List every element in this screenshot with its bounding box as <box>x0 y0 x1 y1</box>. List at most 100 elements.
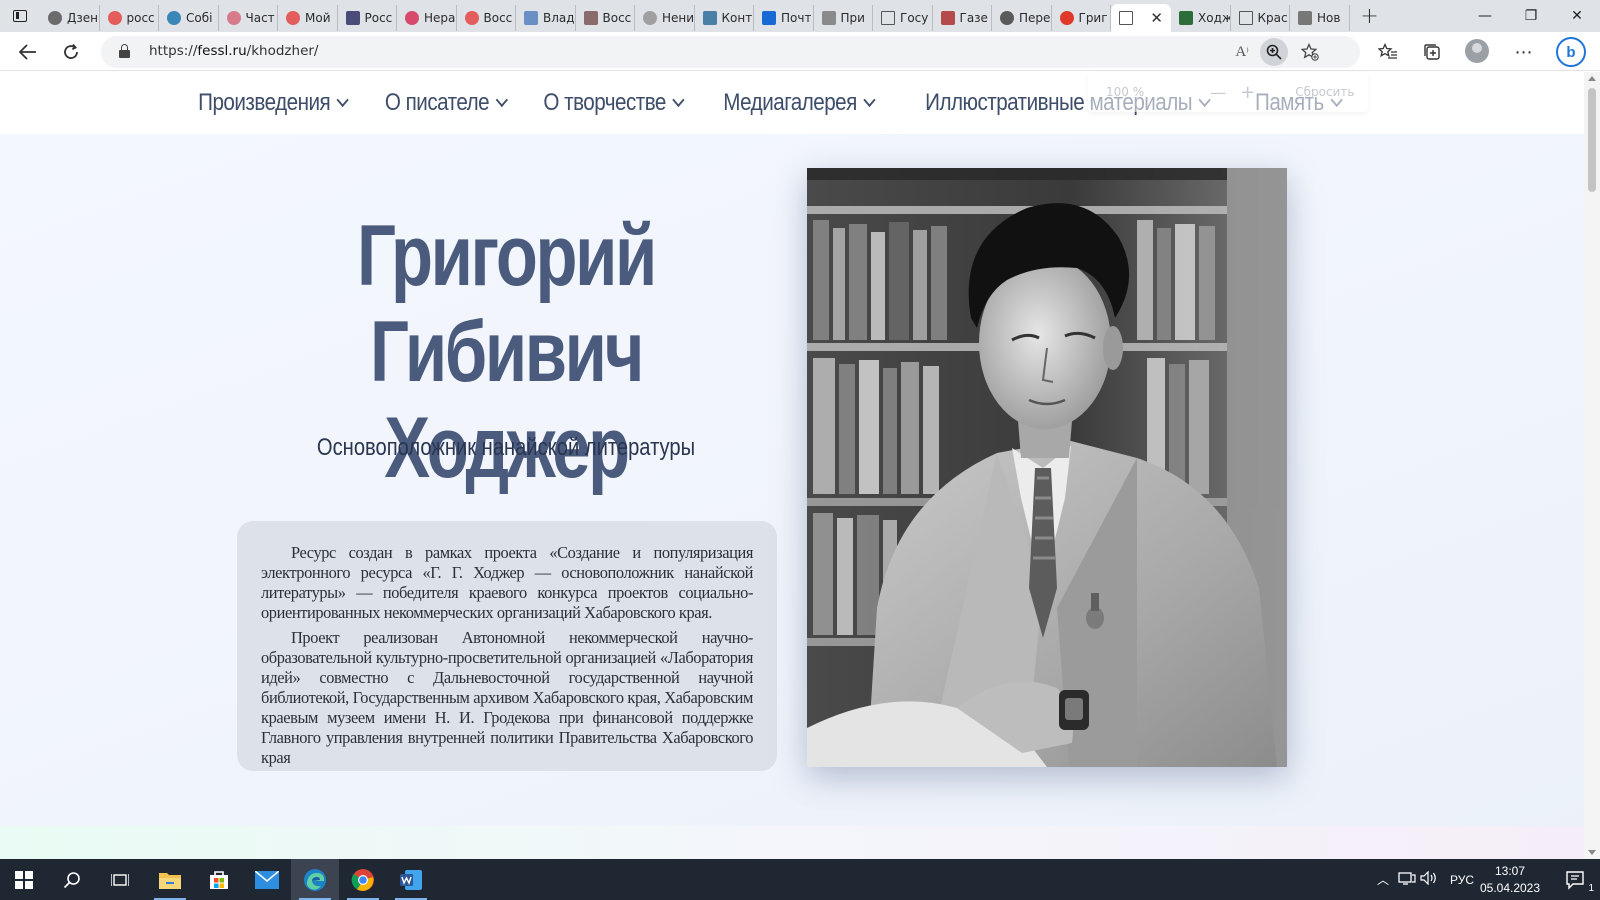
scroll-thumb[interactable] <box>1588 88 1596 192</box>
browser-tab[interactable]: Собі <box>159 5 219 31</box>
collections-button[interactable] <box>1416 36 1448 68</box>
zoom-in-button[interactable]: + <box>1240 82 1255 103</box>
browser-tab[interactable]: Восс <box>576 5 635 31</box>
taskbar-app-store[interactable] <box>195 859 243 900</box>
browser-tab[interactable]: Газе <box>933 5 992 31</box>
tab-title: Восс <box>602 11 632 25</box>
taskbar-app-word[interactable] <box>387 859 435 900</box>
mail-icon <box>255 870 279 889</box>
taskbar-app-mail[interactable] <box>243 859 291 900</box>
notification-center-button[interactable]: 1 <box>1552 859 1600 900</box>
zoom-reset-button[interactable]: Сбросить <box>1295 85 1354 99</box>
tab-favicon-icon <box>1179 11 1193 25</box>
tab-actions-button[interactable] <box>0 0 40 32</box>
tray-overflow-chevron-icon[interactable]: ︿ <box>1374 871 1392 888</box>
close-tab-icon[interactable]: ✕ <box>1150 9 1163 27</box>
taskbar-clock[interactable]: 13:07 05.04.2023 <box>1478 863 1542 897</box>
more-menu-button[interactable]: ⋯ <box>1508 36 1540 68</box>
browser-tab[interactable]: Част <box>219 5 278 31</box>
system-tray: ︿ РУС <box>1374 859 1474 900</box>
browser-tab[interactable]: Нени <box>635 5 695 31</box>
nav-media-gallery[interactable]: Медиагалерея <box>723 89 876 117</box>
taskbar-app-file-explorer[interactable] <box>146 859 194 900</box>
page-icon <box>1119 11 1133 25</box>
browser-tab[interactable]: Ходж <box>1171 5 1231 31</box>
browser-tab[interactable]: Нера <box>397 5 457 31</box>
windows-taskbar: ︿ РУС 13:07 05.04.2023 1 <box>0 859 1600 900</box>
browser-tab[interactable]: Пере <box>992 5 1052 31</box>
title-line-1: Григорий Гибивич <box>357 208 657 400</box>
browser-tab[interactable]: Григ <box>1052 5 1111 31</box>
minimize-button[interactable]: — <box>1462 0 1508 32</box>
browser-tab[interactable]: Росс <box>338 5 397 31</box>
tab-favicon-icon <box>345 11 360 25</box>
nav-works[interactable]: Произведения <box>198 89 349 117</box>
zoom-icon[interactable] <box>1260 38 1288 66</box>
info-paragraph-2: Проект реализован Автономной некоммерчес… <box>261 628 753 767</box>
taskbar-app-edge[interactable] <box>291 859 339 900</box>
network-icon[interactable] <box>1398 871 1420 888</box>
word-icon <box>400 869 422 890</box>
tab-title: Мой <box>305 11 331 25</box>
browser-tab[interactable]: Нов <box>1290 5 1350 31</box>
zoom-out-button[interactable]: — <box>1210 83 1226 102</box>
browser-tab[interactable]: Госу <box>873 5 933 31</box>
input-language[interactable]: РУС <box>1450 873 1474 887</box>
nav-label: О писателе <box>384 89 490 116</box>
browser-tab[interactable]: Крас <box>1231 5 1290 31</box>
browser-tab[interactable]: Мой <box>278 5 338 31</box>
close-window-button[interactable]: ✕ <box>1554 0 1600 32</box>
back-button[interactable] <box>12 36 44 68</box>
scroll-up-icon[interactable] <box>1588 76 1596 81</box>
browser-tab[interactable]: Дзен <box>40 5 100 31</box>
url-text[interactable]: https://fessl.ru/khodzher/ <box>149 43 318 59</box>
tab-title: Дзен <box>67 11 98 25</box>
folder-icon <box>159 872 181 889</box>
start-button[interactable] <box>0 859 48 900</box>
project-info-box: Ресурс создан в рамках проекта «Создание… <box>237 521 777 771</box>
page-scrollbar[interactable] <box>1584 72 1600 859</box>
scroll-down-icon[interactable] <box>1588 850 1596 855</box>
search-button[interactable] <box>48 859 96 900</box>
bing-chat-button[interactable]: b <box>1556 37 1586 67</box>
nav-about-work[interactable]: О творчестве <box>544 89 686 117</box>
add-favorite-icon[interactable] <box>1296 38 1324 66</box>
browser-tab[interactable]: При <box>814 5 873 31</box>
tab-title: Пере <box>1019 11 1051 25</box>
edge-icon <box>304 868 326 891</box>
tab-favicon-icon <box>583 11 598 25</box>
author-portrait <box>807 168 1287 767</box>
browser-toolbar: https://fessl.ru/khodzher/ A ⁾ ⋯ b <box>0 32 1600 71</box>
tab-favicon-icon <box>821 11 836 25</box>
new-tab-button[interactable]: + <box>1350 0 1390 32</box>
tab-title: Восс <box>483 11 513 25</box>
address-bar[interactable]: https://fessl.ru/khodzher/ A ⁾ <box>101 36 1360 68</box>
read-aloud-icon[interactable]: A ⁾ <box>1228 38 1256 66</box>
browser-tab[interactable]: Конт <box>695 5 754 31</box>
tab-title: Газе <box>959 11 988 25</box>
volume-icon[interactable] <box>1420 870 1442 888</box>
bing-icon: b <box>1566 43 1576 61</box>
browser-tab[interactable]: росс <box>100 5 159 31</box>
browser-tab[interactable]: Влад <box>516 5 576 31</box>
task-view-button[interactable] <box>96 859 144 900</box>
favorites-button[interactable] <box>1372 36 1404 68</box>
search-icon <box>63 871 80 888</box>
tab-title: Нов <box>1317 11 1341 25</box>
collections-icon <box>1424 44 1440 60</box>
reload-button[interactable] <box>55 36 87 68</box>
profile-avatar[interactable] <box>1465 39 1489 63</box>
zoom-value: 100 % <box>1106 85 1145 99</box>
maximize-button[interactable]: ❐ <box>1508 0 1554 32</box>
browser-tab[interactable]: Восс <box>457 5 516 31</box>
chrome-icon <box>351 868 374 891</box>
taskbar-app-chrome[interactable] <box>339 859 387 900</box>
tab-title: Ходж <box>1198 11 1230 25</box>
lock-icon[interactable] <box>119 44 130 58</box>
browser-tab[interactable]: Почт <box>754 5 814 31</box>
browser-tab-active[interactable]: ✕ <box>1111 4 1171 32</box>
tab-title: росс <box>126 11 155 25</box>
tab-favicon-icon <box>1238 11 1253 25</box>
tab-title: Почт <box>781 11 812 25</box>
nav-about-writer[interactable]: О писателе <box>384 89 509 117</box>
